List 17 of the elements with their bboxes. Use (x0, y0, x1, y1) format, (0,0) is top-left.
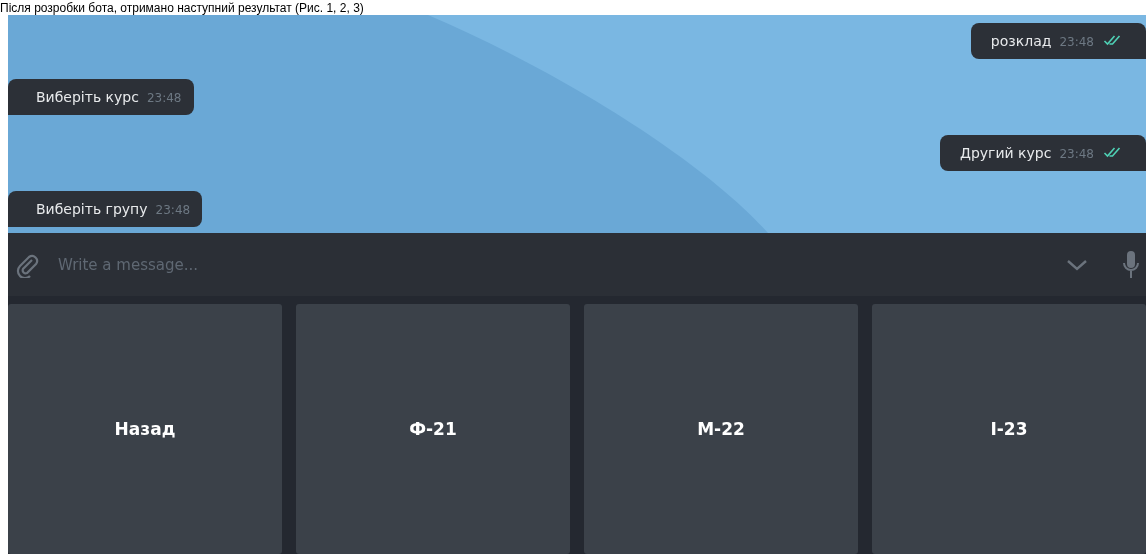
keyboard-button[interactable]: Назад (8, 304, 282, 554)
message-input[interactable]: Write a message... (56, 254, 1050, 275)
message-time: 23:48 (155, 203, 191, 217)
message-text: розклад (990, 33, 1052, 49)
message-composer[interactable]: Write a message... (8, 233, 1146, 296)
message-time: 23:48 (146, 91, 182, 105)
keyboard-button[interactable]: І-23 (872, 304, 1146, 554)
chevron-down-icon[interactable] (1066, 257, 1088, 272)
keyboard-button[interactable]: Ф-21 (296, 304, 570, 554)
message-time: 23:48 (1059, 35, 1094, 49)
message-time: 23:48 (1059, 147, 1094, 161)
microphone-icon[interactable] (1122, 249, 1140, 280)
keyboard-button[interactable]: М-22 (584, 304, 858, 554)
message-text: Виберіть курс (36, 89, 139, 105)
caption-text: Після розробки бота, отримано наступний результат (Рис. 1, 2, 3) (0, 0, 364, 15)
message-text: Виберіть групу (36, 201, 148, 217)
message-text: Другий курс (959, 145, 1052, 161)
